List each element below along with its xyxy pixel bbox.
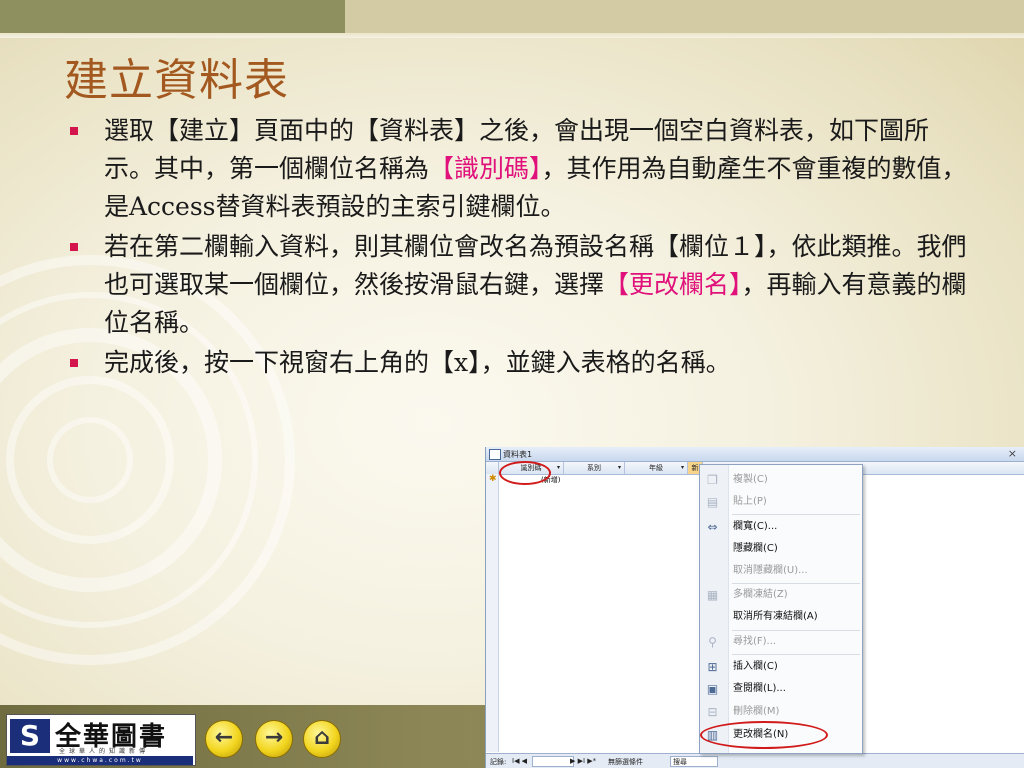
back-button[interactable]: ←	[205, 720, 243, 758]
chevron-down-icon[interactable]: ▾	[557, 462, 560, 474]
close-icon[interactable]: ×	[1008, 447, 1017, 460]
bullet-marker	[70, 243, 78, 251]
select-all-cell[interactable]	[486, 462, 499, 474]
highlight-oval-rename-column	[700, 721, 828, 749]
menu-item-label: 貼上(P)	[733, 496, 767, 507]
copy-icon: ❐	[707, 473, 718, 487]
logo-url: www.chwa.com.tw	[7, 756, 193, 765]
highlight-text: 【更改欄名】	[604, 270, 742, 299]
top-strip	[0, 33, 1024, 38]
record-label: 記錄:	[490, 758, 507, 766]
record-number-input[interactable]	[532, 756, 574, 767]
logo-mark: S	[10, 719, 50, 753]
menu-item-label: 多欄凍結(Z)	[733, 589, 788, 600]
menu-item-unfreeze-all[interactable]: 取消所有凍結欄(A)	[700, 606, 862, 628]
highlight-oval-id-column	[499, 461, 551, 485]
top-bar-right	[345, 0, 1024, 33]
right-arrow-icon: →	[264, 725, 284, 750]
home-button[interactable]: ⌂	[303, 720, 341, 758]
slide-title: 建立資料表	[64, 55, 289, 106]
bullet-text: 完成後，按一下視窗右上角的【x】，並鍵入表格的名稱。	[104, 348, 731, 377]
bullet-item-3: 完成後，按一下視窗右上角的【x】，並鍵入表格的名稱。	[70, 344, 974, 382]
column-width-icon: ⇔	[707, 520, 718, 534]
filter-status[interactable]: 無篩選條件	[608, 757, 643, 767]
chevron-down-icon[interactable]: ▾	[681, 462, 684, 474]
bullet-list: 選取【建立】頁面中的【資料表】之後，會出現一個空白資料表，如下圖所示。其中，第一…	[70, 112, 970, 384]
menu-item-unhide-columns[interactable]: 取消隱藏欄(U)...	[700, 560, 862, 582]
bullet-item-1: 選取【建立】頁面中的【資料表】之後，會出現一個空白資料表，如下圖所示。其中，第一…	[70, 112, 974, 226]
insert-column-icon: ⊞	[707, 660, 718, 674]
paste-icon: ▤	[706, 495, 719, 509]
menu-item-label: 查閱欄(L)...	[733, 683, 786, 694]
forward-button[interactable]: →	[255, 720, 293, 758]
top-bar-left	[0, 0, 345, 33]
menu-item-label: 隱藏欄(C)	[733, 543, 778, 554]
lookup-column-icon: ▣	[706, 682, 719, 696]
menu-item-label: 欄寬(C)...	[733, 521, 778, 532]
menu-item-lookup-column[interactable]: ▣ 查閱欄(L)...	[700, 678, 862, 700]
chevron-down-icon[interactable]: ▾	[618, 462, 621, 474]
menu-item-freeze-columns[interactable]: ▦ 多欄凍結(Z)	[700, 584, 862, 606]
freeze-icon: ▦	[706, 588, 719, 602]
datasheet-tab-title[interactable]: 資料表1	[503, 449, 532, 460]
column-header-label: 新	[691, 464, 699, 472]
table-icon	[489, 449, 501, 460]
menu-item-label: 複製(C)	[733, 474, 768, 485]
menu-item-label: 刪除欄(M)	[733, 706, 780, 717]
home-icon: ⌂	[314, 725, 330, 750]
column-header-grade[interactable]: 年級 ▾	[625, 462, 688, 474]
binoculars-icon: ⚲	[708, 635, 717, 649]
column-header-department[interactable]: 系別 ▾	[564, 462, 625, 474]
menu-item-copy[interactable]: ❐ 複製(C)	[700, 469, 862, 491]
menu-item-hide-column[interactable]: 隱藏欄(C)	[700, 538, 862, 560]
menu-separator	[732, 654, 860, 655]
bullet-item-2: 若在第二欄輸入資料，則其欄位會改名為預設名稱【欄位１】，依此類推。我們也可選取某…	[70, 228, 974, 342]
record-nav-first[interactable]: I◀ ◀	[512, 757, 527, 765]
record-navigation-bar: 記錄: I◀ ◀ ▶ ▶I ▶* 無篩選條件 搜尋	[486, 753, 1024, 768]
menu-item-delete-column[interactable]: ⊟ 刪除欄(M)	[700, 701, 862, 723]
column-header-label: 系別	[587, 464, 601, 472]
menu-item-label: 取消隱藏欄(U)...	[733, 565, 808, 576]
bullet-marker	[70, 359, 78, 367]
left-arrow-icon: ←	[214, 725, 234, 750]
menu-item-label: 取消所有凍結欄(A)	[733, 611, 818, 622]
datasheet-tab-bar: 資料表1 ×	[486, 447, 1024, 462]
menu-item-insert-column[interactable]: ⊞ 插入欄(C)	[700, 656, 862, 678]
menu-item-find[interactable]: ⚲ 尋找(F)...	[700, 631, 862, 653]
record-selector-column	[486, 474, 499, 752]
bullet-marker	[70, 127, 78, 135]
highlight-text: 【識別碼】	[429, 154, 542, 183]
menu-item-label: 插入欄(C)	[733, 661, 778, 672]
logo-tagline: 全球華人的知識新傳	[59, 748, 150, 755]
publisher-logo: S 全華圖書 全球華人的知識新傳 www.chwa.com.tw	[6, 714, 196, 766]
record-nav-last[interactable]: ▶ ▶I ▶*	[570, 757, 596, 765]
menu-item-paste[interactable]: ▤ 貼上(P)	[700, 491, 862, 513]
column-context-menu: ❐ 複製(C) ▤ 貼上(P) ⇔ 欄寬(C)... 隱藏欄(C) 取消隱藏欄(…	[699, 464, 863, 754]
new-record-icon: ✱	[489, 474, 497, 484]
search-box[interactable]: 搜尋	[670, 756, 718, 767]
delete-column-icon: ⊟	[707, 705, 718, 719]
menu-separator	[732, 514, 860, 515]
column-header-label: 年級	[649, 464, 663, 472]
menu-item-label: 尋找(F)...	[733, 636, 777, 647]
menu-item-column-width[interactable]: ⇔ 欄寬(C)...	[700, 516, 862, 538]
